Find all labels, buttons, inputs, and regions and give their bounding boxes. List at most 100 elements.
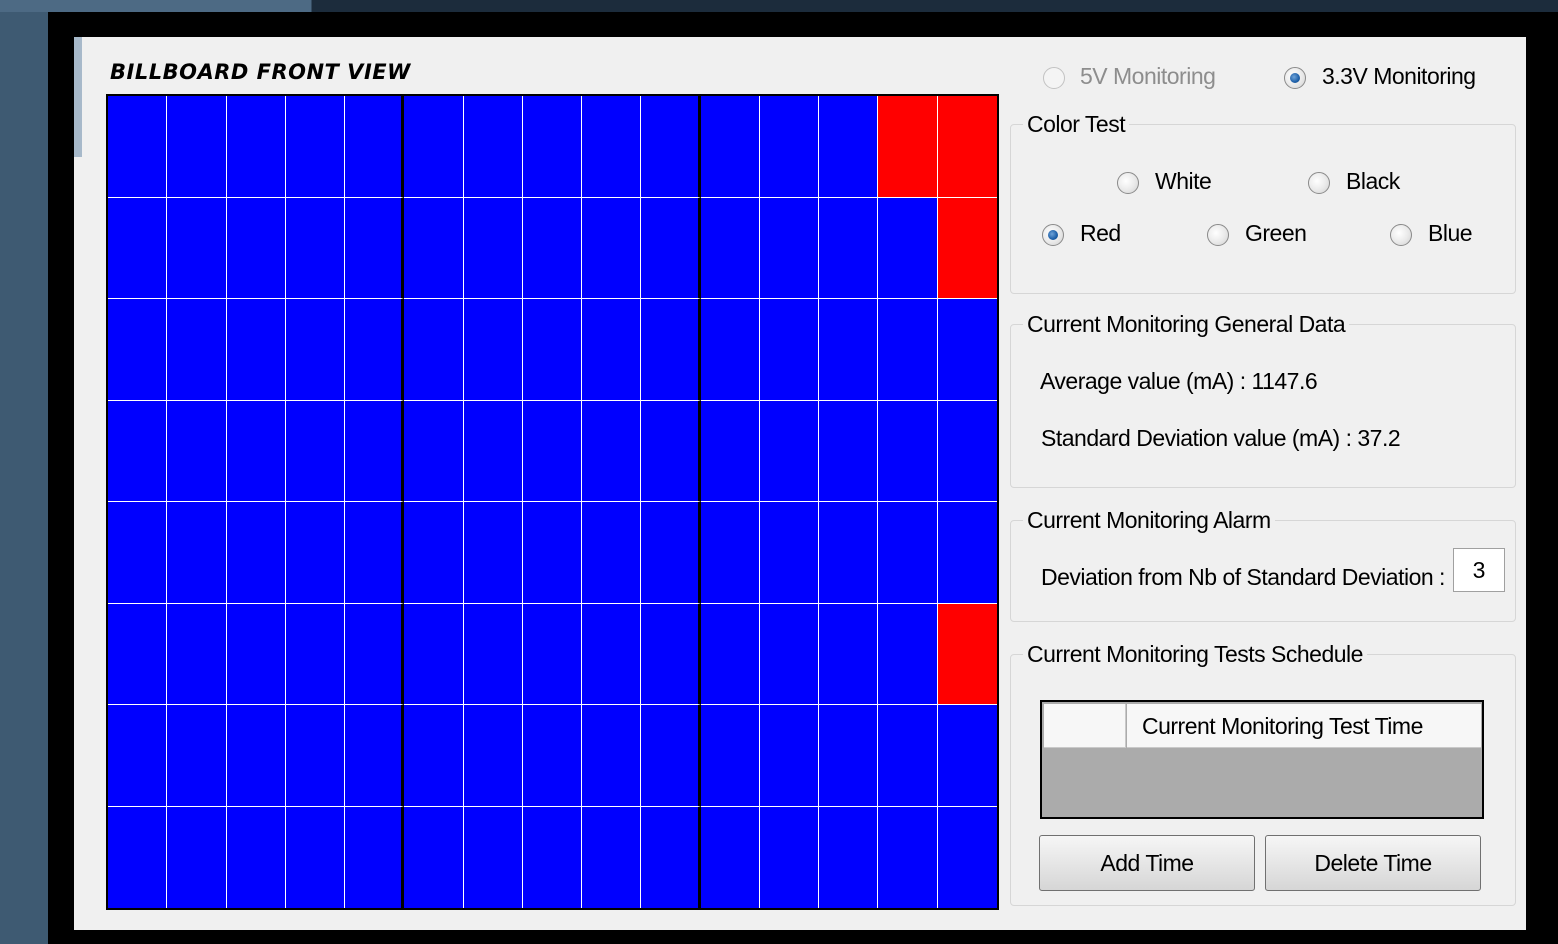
delete-time-button[interactable]: Delete Time — [1265, 835, 1481, 891]
led-cell-r8-c9 — [582, 806, 642, 908]
led-cell-r5-c2 — [167, 502, 227, 604]
led-cell-r1-c8 — [522, 96, 583, 198]
led-cell-r4-c1 — [108, 400, 168, 502]
deviation-label: Deviation from Nb of Standard Deviation … — [1041, 564, 1445, 590]
led-cell-r1-c11 — [700, 96, 760, 198]
radio-red[interactable] — [1042, 224, 1064, 246]
schedule-table[interactable]: Current Monitoring Test Time — [1040, 700, 1484, 819]
led-cell-r5-c7 — [463, 502, 523, 604]
led-cell-r8-c15 — [937, 806, 997, 908]
led-cell-r4-c3 — [226, 400, 286, 502]
add-time-button[interactable]: Add Time — [1039, 835, 1255, 891]
led-cell-r6-c15 — [937, 603, 997, 705]
led-cell-r5-c5 — [345, 502, 405, 604]
led-cell-r2-c3 — [226, 197, 286, 299]
led-cell-r4-c6 — [404, 400, 464, 502]
led-cell-r4-c11 — [700, 400, 760, 502]
label-3v3-monitoring: 3.3V Monitoring — [1322, 63, 1476, 89]
table-row-header-corner[interactable] — [1044, 704, 1126, 748]
label-green: Green — [1245, 220, 1307, 246]
led-cell-r3-c5 — [345, 299, 405, 401]
radio-black[interactable] — [1308, 172, 1330, 194]
led-cell-r1-c12 — [759, 96, 820, 198]
led-cell-r8-c14 — [878, 806, 938, 908]
led-cell-r1-c3 — [226, 96, 286, 198]
led-cell-r1-c2 — [167, 96, 227, 198]
led-cell-r8-c8 — [522, 806, 583, 908]
led-cell-r5-c10 — [641, 502, 701, 604]
led-cell-r8-c12 — [759, 806, 820, 908]
led-cell-r3-c10 — [641, 299, 701, 401]
led-cell-r5-c1 — [108, 502, 168, 604]
general-data-group: Current Monitoring General Data — [1010, 311, 1516, 488]
label-red: Red — [1080, 220, 1121, 246]
radio-green[interactable] — [1207, 224, 1229, 246]
led-cell-r5-c8 — [522, 502, 583, 604]
led-cell-r1-c7 — [463, 96, 523, 198]
color-test-legend: Color Test — [1023, 111, 1130, 138]
led-cell-r3-c15 — [937, 299, 997, 401]
desktop-background-strip — [0, 0, 1558, 12]
led-cell-r1-c1 — [108, 96, 168, 198]
led-cell-r4-c5 — [345, 400, 405, 502]
led-cell-r8-c3 — [226, 806, 286, 908]
led-cell-r7-c6 — [404, 705, 464, 807]
column-header-test-time[interactable]: Current Monitoring Test Time — [1127, 704, 1481, 748]
led-cell-r3-c3 — [226, 299, 286, 401]
radio-5v-monitoring[interactable] — [1043, 67, 1065, 89]
led-cell-r7-c1 — [108, 705, 168, 807]
radio-white[interactable] — [1117, 172, 1139, 194]
deviation-input[interactable]: 3 — [1453, 548, 1505, 592]
led-cell-r4-c4 — [285, 400, 346, 502]
color-test-group: Color Test — [1010, 111, 1516, 294]
led-cell-r7-c3 — [226, 705, 286, 807]
led-cell-r8-c10 — [641, 806, 701, 908]
led-cell-r2-c13 — [819, 197, 879, 299]
led-cell-r1-c10 — [641, 96, 701, 198]
led-cell-r2-c5 — [345, 197, 405, 299]
radio-3v3-monitoring[interactable] — [1284, 67, 1306, 89]
led-cell-r3-c9 — [582, 299, 642, 401]
led-cell-r7-c8 — [522, 705, 583, 807]
average-value: Average value (mA) : 1147.6 — [1040, 368, 1318, 394]
led-cell-r6-c7 — [463, 603, 523, 705]
led-cell-r5-c13 — [819, 502, 879, 604]
led-cell-r6-c3 — [226, 603, 286, 705]
led-cell-r7-c7 — [463, 705, 523, 807]
led-cell-r5-c4 — [285, 502, 346, 604]
led-cell-r8-c1 — [108, 806, 168, 908]
led-cell-r1-c6 — [404, 96, 464, 198]
led-cell-r3-c2 — [167, 299, 227, 401]
led-cell-r5-c11 — [700, 502, 760, 604]
led-cell-r8-c2 — [167, 806, 227, 908]
led-cell-r3-c7 — [463, 299, 523, 401]
label-5v-monitoring: 5V Monitoring — [1080, 63, 1216, 89]
led-cell-r1-c15 — [937, 96, 997, 198]
led-cell-r6-c10 — [641, 603, 701, 705]
led-cell-r6-c2 — [167, 603, 227, 705]
led-cell-r2-c14 — [878, 197, 938, 299]
led-cell-r8-c5 — [345, 806, 405, 908]
led-cell-r2-c15 — [937, 197, 997, 299]
billboard-title: BILLBOARD FRONT VIEW — [110, 60, 411, 84]
led-cell-r7-c10 — [641, 705, 701, 807]
alarm-legend: Current Monitoring Alarm — [1023, 507, 1275, 534]
led-cell-r4-c8 — [522, 400, 583, 502]
led-cell-r6-c1 — [108, 603, 168, 705]
led-cell-r7-c14 — [878, 705, 938, 807]
led-cell-r2-c1 — [108, 197, 168, 299]
schedule-legend: Current Monitoring Tests Schedule — [1023, 641, 1367, 668]
led-cell-r6-c4 — [285, 603, 346, 705]
led-cell-r2-c11 — [700, 197, 760, 299]
led-cell-r7-c13 — [819, 705, 879, 807]
led-cell-r3-c11 — [700, 299, 760, 401]
led-cell-r2-c4 — [285, 197, 346, 299]
led-cell-r5-c15 — [937, 502, 997, 604]
radio-blue[interactable] — [1390, 224, 1412, 246]
led-cell-r7-c9 — [582, 705, 642, 807]
led-cell-r1-c4 — [285, 96, 346, 198]
led-cell-r4-c9 — [582, 400, 642, 502]
led-cell-r7-c15 — [937, 705, 997, 807]
led-cell-r6-c8 — [522, 603, 583, 705]
led-cell-r7-c12 — [759, 705, 820, 807]
